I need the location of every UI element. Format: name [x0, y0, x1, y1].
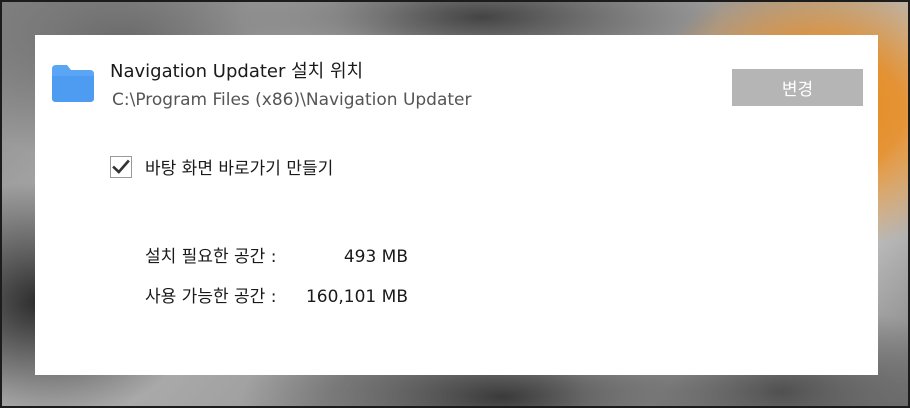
available-space-label: 사용 가능한 공간 : [145, 287, 277, 307]
required-space-value: 493 MB [343, 247, 408, 267]
install-location-title: Navigation Updater 설치 위치 [110, 61, 364, 82]
change-location-button[interactable]: 변경 [732, 69, 863, 106]
desktop-shortcut-checkbox[interactable] [110, 155, 132, 178]
required-space-label: 설치 필요한 공간 : [145, 247, 277, 267]
install-path: C:\Program Files (x86)\Navigation Update… [112, 90, 472, 110]
required-space-row: 설치 필요한 공간 : 493 MB [145, 242, 408, 267]
folder-icon [52, 65, 94, 102]
desktop-shortcut-label: 바탕 화면 바로가기 만들기 [145, 159, 334, 179]
checkmark-icon [112, 159, 130, 174]
install-location-panel: Navigation Updater 설치 위치 C:\Program File… [35, 35, 878, 375]
desktop-shortcut-option[interactable]: 바탕 화면 바로가기 만들기 [110, 154, 333, 179]
available-space-row: 사용 가능한 공간 : 160,101 MB [145, 282, 408, 307]
available-space-value: 160,101 MB [305, 287, 408, 307]
window-frame: Navigation Updater 설치 위치 C:\Program File… [0, 0, 910, 408]
